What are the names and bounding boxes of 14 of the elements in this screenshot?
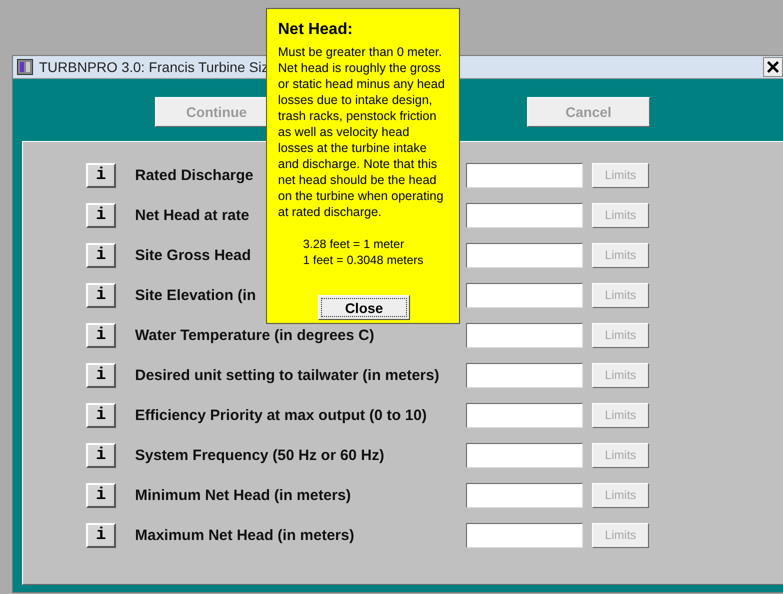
field-label: System Frequency (50 Hz or 60 Hz)	[135, 446, 384, 464]
conversion-text: 1 feet = 0.3048 meters	[303, 252, 424, 268]
conversion-text: 3.28 feet = 1 meter	[303, 236, 406, 252]
field-label: Minimum Net Head (in meters)	[135, 486, 351, 504]
field-label: Efficiency Priority at max output (0 to 10)	[135, 406, 427, 424]
field-label: Net Head at rate	[135, 206, 250, 224]
field-label: Site Elevation (in	[135, 286, 256, 304]
popup-text: Must be greater than 0 meter. Net head is roughly the gross or static head minus any head losses due to intake design, trash racks, penstock friction as well as velocity head losses at the turbine intake and discharge. Note that this net head should be the head on the turbine when operating at rated discharge.	[278, 44, 446, 220]
field-label: Rated Discharge	[135, 166, 254, 184]
field-label: Site Gross Head	[135, 246, 251, 264]
field-label: Desired unit setting to tailwater (in meters)	[135, 366, 440, 384]
popup-title: Net Head:	[278, 21, 354, 39]
field-label: Maximum Net Head (in meters)	[135, 526, 354, 544]
field-label: Water Temperature (in degrees C)	[135, 326, 374, 344]
